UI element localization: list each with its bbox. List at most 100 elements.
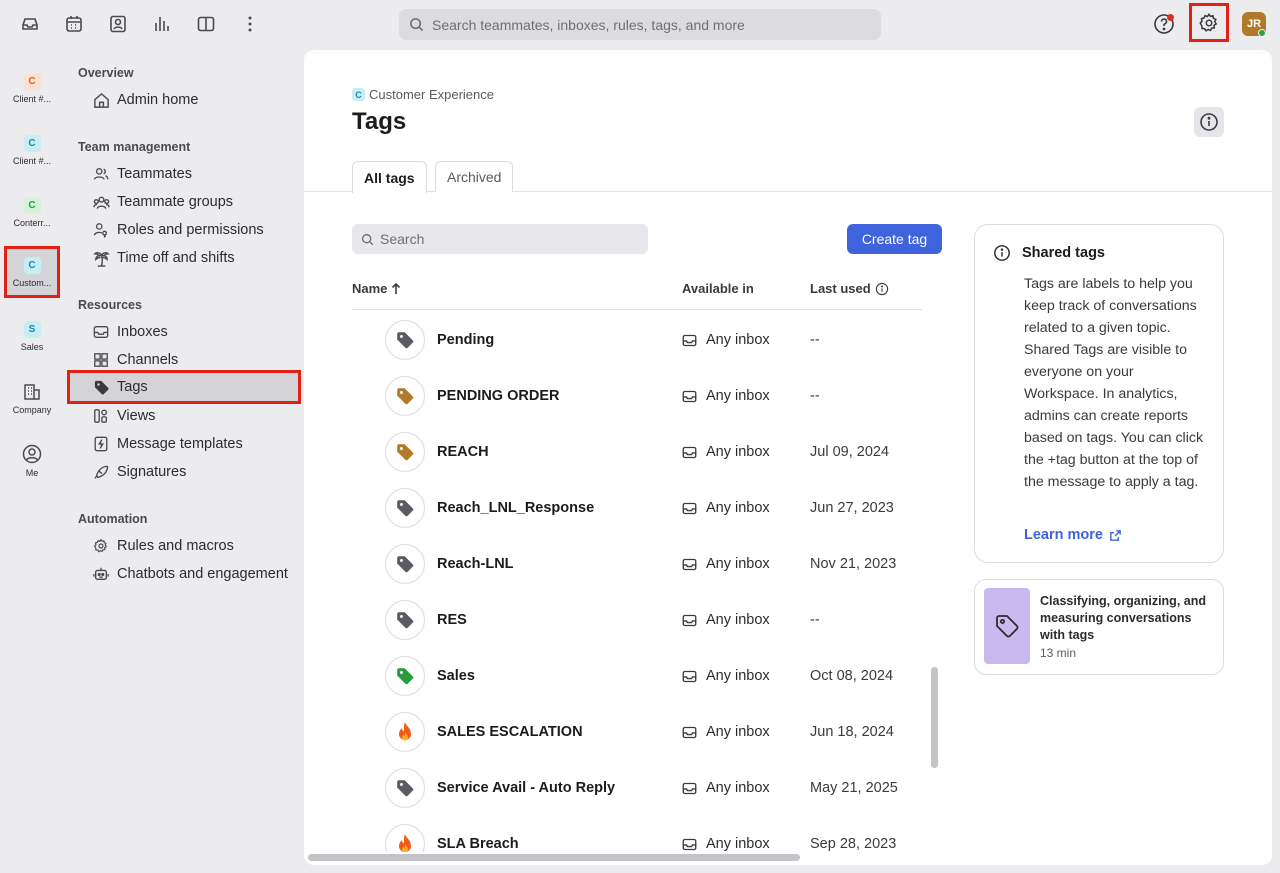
global-search-input[interactable]: Search teammates, inboxes, rules, tags, … — [399, 9, 881, 40]
workspace-client-2[interactable]: C Client #... — [4, 135, 60, 166]
tag-icon — [385, 320, 425, 360]
tag-icon — [385, 544, 425, 584]
inbox-icon — [682, 837, 697, 852]
vertical-scrollbar[interactable] — [931, 667, 938, 768]
table-row[interactable]: SALES ESCALATION Any inbox Jun 18, 2024 — [352, 704, 932, 760]
tag-search-input[interactable]: Search — [352, 224, 648, 254]
contacts-icon[interactable] — [104, 10, 132, 38]
views-icon — [92, 408, 110, 424]
workspace-client-1[interactable]: C Client #... — [4, 73, 60, 104]
nav-item-views[interactable]: Views — [92, 403, 155, 429]
workspace-sales[interactable]: S Sales — [4, 321, 60, 352]
inbox-icon — [682, 725, 697, 740]
fire-icon — [385, 824, 425, 852]
tag-available-in: Any inbox — [682, 612, 770, 628]
tag-icon — [385, 600, 425, 640]
horizontal-scrollbar[interactable] — [308, 854, 800, 861]
inbox-icon — [682, 613, 697, 628]
table-row[interactable]: REACH Any inbox Jul 09, 2024 — [352, 424, 932, 480]
online-status-dot — [1258, 29, 1266, 37]
tag-icon — [996, 615, 1019, 638]
tab-all-tags[interactable]: All tags — [352, 161, 427, 193]
shared-tags-card: Shared tags Tags are labels to help you … — [974, 224, 1224, 563]
nav-item-label: Channels — [117, 352, 179, 368]
tag-available-in: Any inbox — [682, 444, 770, 460]
table-row[interactable]: Reach_LNL_Response Any inbox Jun 27, 202… — [352, 480, 932, 536]
building-icon — [23, 383, 41, 401]
tag-name: Sales — [437, 668, 475, 684]
nav-item-time-off[interactable]: Time off and shifts — [92, 245, 235, 271]
tab-archived[interactable]: Archived — [435, 161, 514, 192]
nav-item-label: Teammates — [117, 166, 192, 182]
grid-icon — [92, 352, 110, 368]
tag-name: Pending — [437, 332, 495, 348]
breadcrumb[interactable]: C Customer Experience — [352, 87, 494, 102]
workspace-badge: S — [23, 321, 41, 338]
inbox-icon[interactable] — [16, 10, 44, 38]
tag-last-used: Nov 21, 2023 — [810, 556, 897, 572]
page-title: Tags — [352, 108, 407, 135]
nav-item-admin-home[interactable]: Admin home — [92, 87, 198, 113]
analytics-icon[interactable] — [148, 10, 176, 38]
tag-available-in: Any inbox — [682, 500, 770, 516]
nav-item-label: Roles and permissions — [117, 222, 264, 238]
nav-item-label: Tags — [117, 379, 148, 395]
workspace-customer-experience[interactable]: C Custom... — [4, 246, 60, 298]
table-row[interactable]: SLA Breach Any inbox Sep 28, 2023 — [352, 816, 932, 852]
tag-last-used: Jun 27, 2023 — [810, 500, 894, 516]
nav-item-rules[interactable]: Rules and macros — [92, 533, 234, 559]
tag-available-label: Any inbox — [706, 444, 770, 460]
create-tag-button[interactable]: Create tag — [847, 224, 942, 254]
robot-icon — [92, 566, 110, 582]
info-button[interactable] — [1194, 107, 1224, 137]
info-icon[interactable] — [875, 282, 889, 296]
inbox-icon — [92, 324, 110, 340]
inbox-icon — [682, 333, 697, 348]
tag-name: RES — [437, 612, 467, 628]
workspace-company[interactable]: Company — [4, 383, 60, 415]
workspace-badge: C — [352, 88, 365, 101]
learn-more-link[interactable]: Learn more — [1024, 527, 1122, 543]
column-header-last-used[interactable]: Last used — [810, 281, 889, 296]
table-row[interactable]: PENDING ORDER Any inbox -- — [352, 368, 932, 424]
nav-item-message-templates[interactable]: Message templates — [92, 431, 243, 457]
table-row[interactable]: RES Any inbox -- — [352, 592, 932, 648]
workspace-conterra[interactable]: C Conterr... — [4, 197, 60, 228]
calendar-icon[interactable] — [60, 10, 88, 38]
settings-gear-icon[interactable] — [1189, 3, 1229, 42]
tag-available-label: Any inbox — [706, 668, 770, 684]
tag-last-used: -- — [810, 612, 820, 628]
table-row[interactable]: Pending Any inbox -- — [352, 312, 932, 368]
workspace-badge: C — [23, 197, 41, 214]
nav-item-label: Rules and macros — [117, 538, 234, 554]
sort-ascending-icon — [391, 282, 401, 295]
table-row[interactable]: Reach-LNL Any inbox Nov 21, 2023 — [352, 536, 932, 592]
nav-item-roles[interactable]: Roles and permissions — [92, 217, 264, 243]
column-header-label: Last used — [810, 281, 871, 296]
column-header-name[interactable]: Name — [352, 281, 401, 296]
nav-item-teammates[interactable]: Teammates — [92, 161, 192, 187]
nav-item-tags[interactable]: Tags — [67, 370, 301, 404]
nav-item-label: Teammate groups — [117, 194, 234, 210]
shared-tags-heading: Shared tags — [993, 244, 1105, 262]
nav-item-label: Admin home — [117, 92, 199, 108]
fire-icon — [385, 712, 425, 752]
nav-item-chatbots[interactable]: Chatbots and engagement — [92, 561, 288, 587]
workspace-me[interactable]: Me — [4, 444, 60, 478]
breadcrumb-label: Customer Experience — [369, 87, 494, 102]
nav-item-teammate-groups[interactable]: Teammate groups — [92, 189, 233, 215]
table-row[interactable]: Service Avail - Auto Reply Any inbox May… — [352, 760, 932, 816]
nav-item-inboxes[interactable]: Inboxes — [92, 319, 168, 345]
tag-available-in: Any inbox — [682, 332, 770, 348]
book-icon[interactable] — [192, 10, 220, 38]
tag-name: SLA Breach — [437, 836, 519, 852]
tag-search-placeholder: Search — [380, 231, 425, 247]
more-icon[interactable] — [236, 10, 264, 38]
table-header-divider — [352, 309, 922, 310]
guide-card[interactable]: Classifying, organizing, and measuring c… — [974, 579, 1224, 675]
table-row[interactable]: Sales Any inbox Oct 08, 2024 — [352, 648, 932, 704]
guide-duration: 13 min — [1040, 646, 1077, 660]
nav-item-signatures[interactable]: Signatures — [92, 459, 186, 485]
tag-available-in: Any inbox — [682, 556, 770, 572]
inbox-icon — [682, 501, 697, 516]
